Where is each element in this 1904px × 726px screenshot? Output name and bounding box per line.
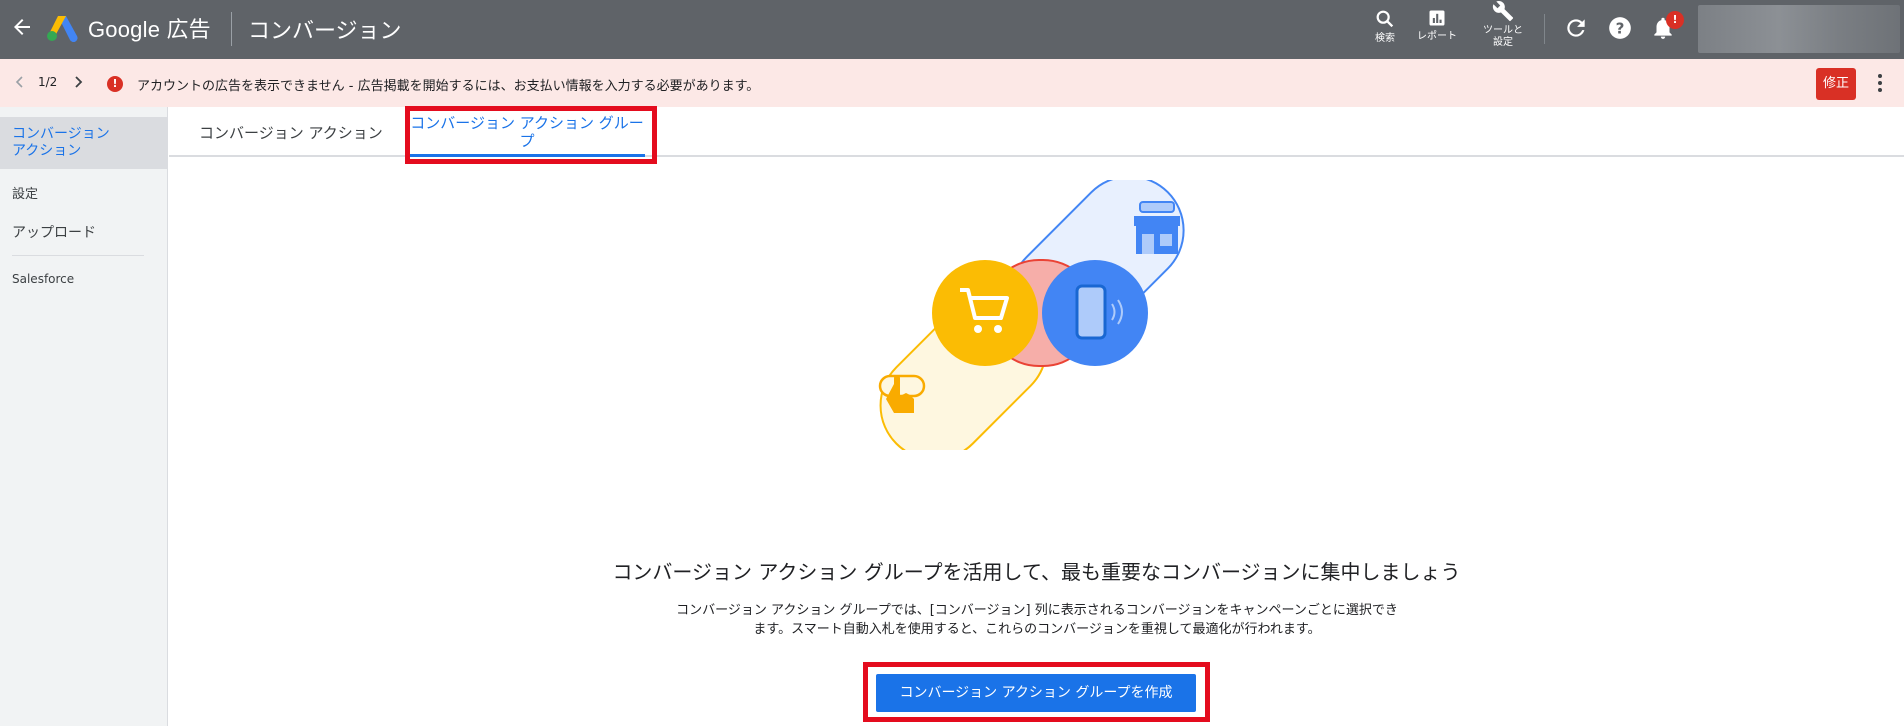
sidebar-divider [12, 255, 144, 256]
notification-badge: ! [1666, 11, 1684, 29]
tab-highlight-box [405, 106, 657, 164]
toolbar-divider [1544, 14, 1545, 44]
sidebar-item-label: アクション [12, 143, 82, 159]
tab-conversion-actions[interactable]: コンバージョン アクション [199, 122, 383, 143]
sidebar-item-conversion-actions[interactable]: コンバージョン アクション [0, 117, 168, 169]
refresh-icon[interactable] [1563, 15, 1589, 41]
storefront-icon [1134, 201, 1180, 254]
account-selector[interactable] [1698, 5, 1900, 53]
sidebar-item-label: コンバージョン [12, 126, 110, 142]
alert-message: アカウントの広告を表示できません - 広告掲載を開始するには、お支払い情報を入力… [137, 79, 760, 94]
chevron-right-icon[interactable] [70, 74, 86, 90]
reports-button[interactable]: レポート [1412, 8, 1462, 43]
svg-text:?: ? [1616, 19, 1625, 37]
sidebar-item-salesforce[interactable]: Salesforce [0, 272, 168, 286]
side-navigation: コンバージョン アクション 設定 アップロード Salesforce [0, 107, 168, 726]
alert-pager: 1/2 [38, 75, 58, 89]
brand-divider [231, 12, 232, 46]
tools-label-line2: 設定 [1493, 37, 1513, 48]
button-highlight-box [863, 662, 1210, 722]
google-ads-logo[interactable] [46, 14, 78, 42]
empty-state-description: コンバージョン アクション グループでは、[コンバージョン] 列に表示されるコン… [672, 601, 1402, 639]
sidebar-item-uploads[interactable]: アップロード [0, 222, 168, 242]
brand-name: Google 広告 [88, 17, 211, 42]
conversion-groups-illustration [878, 180, 1185, 450]
fix-button[interactable]: 修正 [1816, 68, 1856, 100]
search-icon [1376, 10, 1394, 28]
sidebar-item-settings[interactable]: 設定 [0, 183, 168, 202]
chevron-left-icon[interactable] [12, 74, 28, 90]
tools-settings-button[interactable]: ツールと 設定 [1475, 0, 1531, 49]
report-label: レポート [1417, 31, 1457, 42]
back-arrow-icon[interactable] [10, 15, 34, 39]
description-line: コンバージョン アクション グループでは、[コンバージョン] 列に表示されるコン… [676, 603, 1398, 618]
page-title: コンバージョン [248, 19, 402, 44]
more-vert-icon[interactable] [1872, 72, 1888, 94]
top-app-bar: Google 広告 コンバージョン 検索 レポート ツールと 設定 ? ! [0, 0, 1904, 59]
wrench-icon [1492, 1, 1514, 22]
error-icon: ! [107, 76, 123, 92]
tools-label-line1: ツールと [1483, 25, 1523, 36]
empty-state-headline: コンバージョン アクション グループを活用して、最も重要なコンバージョンに集中し… [612, 560, 1461, 584]
report-icon [1429, 10, 1445, 26]
search-button[interactable]: 検索 [1370, 8, 1400, 45]
description-line: ます。スマート自動入札を使用すると、これらのコンバージョンを重視して最適化が行わ… [753, 622, 1321, 637]
search-label: 検索 [1375, 33, 1395, 44]
billing-alert-bar: 1/2 ! アカウントの広告を表示できません - 広告掲載を開始するには、お支払… [0, 59, 1904, 107]
help-icon[interactable]: ? [1607, 15, 1633, 41]
